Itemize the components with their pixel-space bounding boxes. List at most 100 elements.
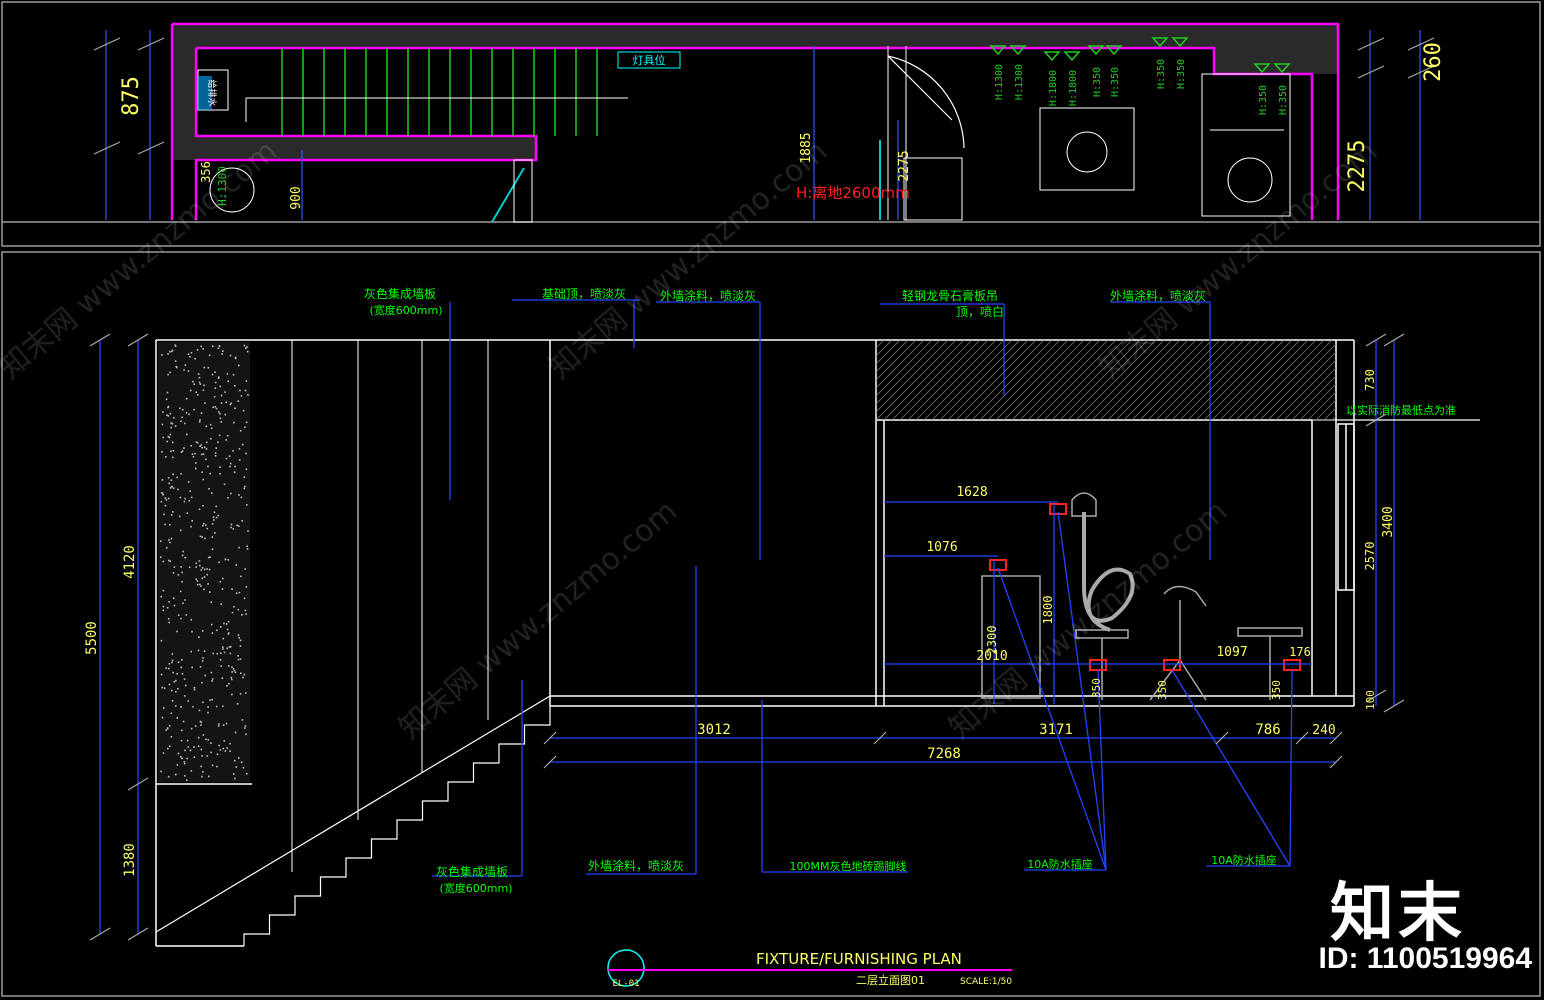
- speckle: [218, 744, 220, 747]
- speckle: [236, 703, 239, 705]
- speckle: [172, 671, 174, 674]
- speckle: [170, 537, 173, 540]
- speckle: [216, 652, 219, 655]
- speckle: [199, 535, 202, 538]
- speckle: [234, 777, 236, 780]
- speckle: [227, 633, 230, 635]
- speckle: [161, 354, 163, 356]
- speckle: [237, 634, 240, 636]
- speckle: [189, 389, 192, 392]
- speckle: [167, 477, 170, 479]
- speckle: [233, 669, 236, 672]
- speckle: [238, 448, 241, 450]
- speckle: [219, 385, 222, 388]
- speckle: [210, 671, 213, 674]
- speckle: [192, 380, 194, 383]
- speckle: [230, 676, 233, 679]
- speckle: [195, 391, 198, 394]
- speckle: [204, 402, 206, 404]
- speckle: [196, 580, 199, 582]
- speckle: [200, 724, 202, 726]
- speckle: [211, 678, 214, 680]
- speckle: [186, 757, 188, 760]
- speckle: [238, 546, 240, 549]
- speckle: [188, 499, 191, 502]
- speckle: [227, 497, 229, 499]
- speckle: [184, 775, 186, 777]
- speckle: [215, 505, 218, 508]
- speckle: [168, 482, 170, 485]
- plan-dim-875: 875: [119, 76, 144, 116]
- speckle: [165, 729, 167, 731]
- speckle: [178, 515, 181, 518]
- dim-176: 176: [1289, 645, 1311, 659]
- speckle: [162, 609, 165, 612]
- speckle: [172, 450, 175, 452]
- speckle: [246, 504, 248, 506]
- speckle: [185, 614, 188, 616]
- speckle: [197, 649, 200, 652]
- speckle: [160, 540, 162, 542]
- speckle: [181, 416, 183, 419]
- speckle: [245, 347, 247, 349]
- speckle: [170, 350, 173, 353]
- speckle: [165, 398, 168, 401]
- speckle: [161, 686, 164, 689]
- note-bot-1-sub: (宽度600mm): [439, 881, 512, 895]
- speckle: [198, 421, 201, 423]
- speckle: [180, 756, 182, 758]
- speckle: [234, 357, 237, 360]
- speckle: [199, 564, 201, 567]
- speckle: [172, 572, 175, 574]
- speckle: [226, 628, 229, 631]
- speckle: [225, 457, 228, 460]
- speckle: [190, 445, 192, 447]
- speckle: [220, 665, 222, 667]
- speckle: [228, 682, 230, 685]
- speckle: [238, 525, 240, 527]
- speckle: [223, 483, 226, 486]
- speckle: [200, 569, 203, 571]
- speckle: [187, 353, 190, 355]
- note-bot-4: 10A防水插座: [1027, 857, 1093, 871]
- speckle: [193, 746, 195, 748]
- speckle: [216, 753, 219, 756]
- speckle: [162, 436, 164, 439]
- speckle: [212, 406, 214, 409]
- speckle: [244, 485, 246, 488]
- speckle: [183, 447, 185, 449]
- speckle: [197, 736, 200, 739]
- brand-id: ID: 1100519964: [1318, 942, 1532, 975]
- dim-1380: 1380: [122, 843, 138, 877]
- speckle: [233, 421, 235, 424]
- speckle: [225, 439, 227, 441]
- dim-786: 786: [1255, 722, 1280, 738]
- speckle: [227, 380, 229, 383]
- speckle: [200, 453, 203, 456]
- speckle: [245, 468, 248, 471]
- speckle: [202, 478, 205, 481]
- speckle: [179, 407, 181, 410]
- speckle: [189, 356, 191, 358]
- speckle: [183, 761, 186, 763]
- speckle: [169, 412, 172, 415]
- speckle: [175, 773, 177, 776]
- speckle: [242, 409, 245, 412]
- brand-logo: 知末: [1330, 877, 1466, 951]
- speckle: [184, 364, 187, 366]
- dim-240: 240: [1312, 723, 1335, 738]
- speckle: [234, 407, 236, 410]
- speckle: [239, 645, 242, 647]
- speckle: [237, 608, 240, 611]
- speckle: [200, 444, 202, 446]
- speckle: [229, 750, 231, 752]
- speckle: [218, 345, 221, 347]
- speckle: [162, 411, 164, 413]
- plan-dim-900: 900: [289, 186, 304, 209]
- speckle: [239, 639, 242, 642]
- speckle: [238, 494, 240, 496]
- speckle: [246, 545, 248, 547]
- speckle: [229, 652, 232, 655]
- speckle: [229, 742, 231, 745]
- speckle: [230, 492, 232, 495]
